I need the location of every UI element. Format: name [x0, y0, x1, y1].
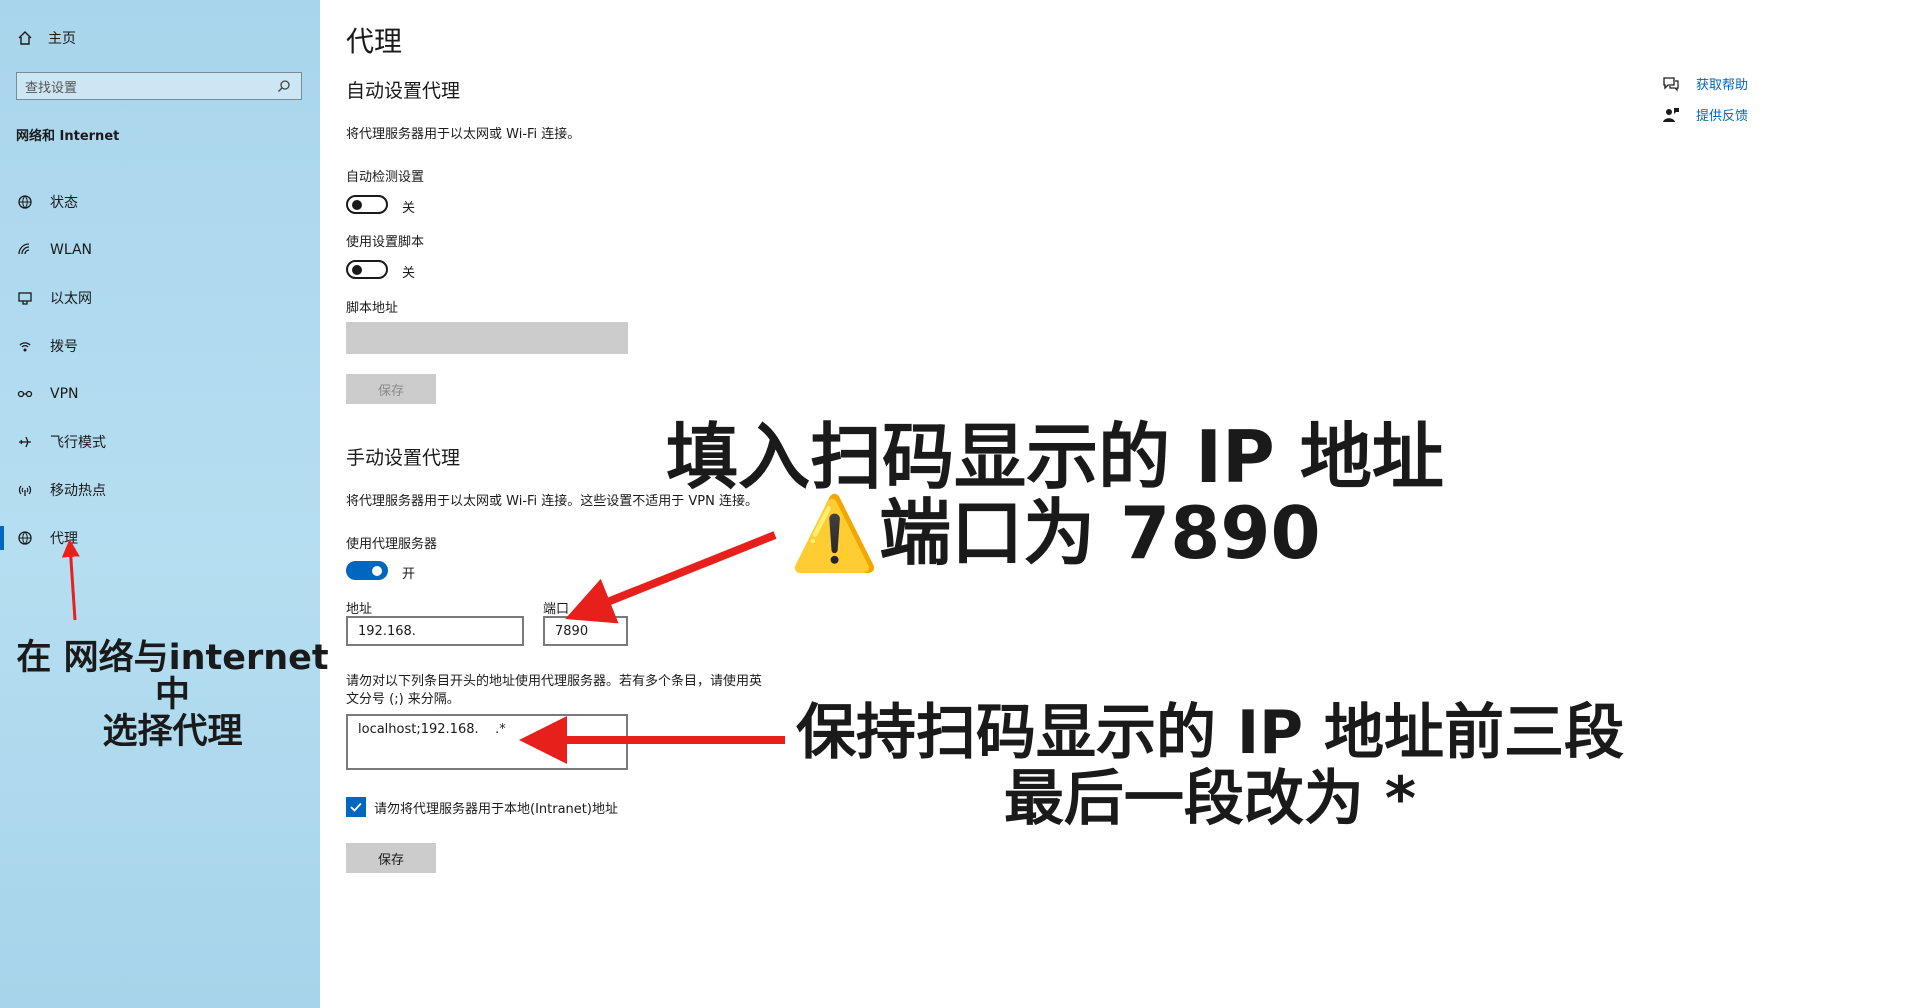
annotation-ip-line1: 填入扫码显示的 IP 地址: [666, 415, 1444, 499]
annotation-select: 在 网络与internet 中 选择代理: [0, 640, 345, 750]
annotation-keep-line1: 保持扫码显示的 IP 地址前三段: [795, 698, 1625, 768]
annotation-ip-line2-wrap: ⚠️端口为 7890: [660, 495, 1450, 572]
annotation-ip: 填入扫码显示的 IP 地址 ⚠️端口为 7890: [660, 415, 1450, 572]
annotation-select-line2: 选择代理: [102, 711, 243, 752]
warning-icon: ⚠️: [789, 490, 880, 575]
annotation-ip-line2: 端口为 7890: [879, 490, 1321, 575]
annotation-keep: 保持扫码显示的 IP 地址前三段 最后一段改为 *: [790, 700, 1630, 832]
arrow-to-proxy-item: [61, 539, 80, 621]
annotation-select-line1: 在 网络与internet 中: [16, 638, 329, 715]
annotation-keep-line2: 最后一段改为 *: [1003, 764, 1417, 834]
